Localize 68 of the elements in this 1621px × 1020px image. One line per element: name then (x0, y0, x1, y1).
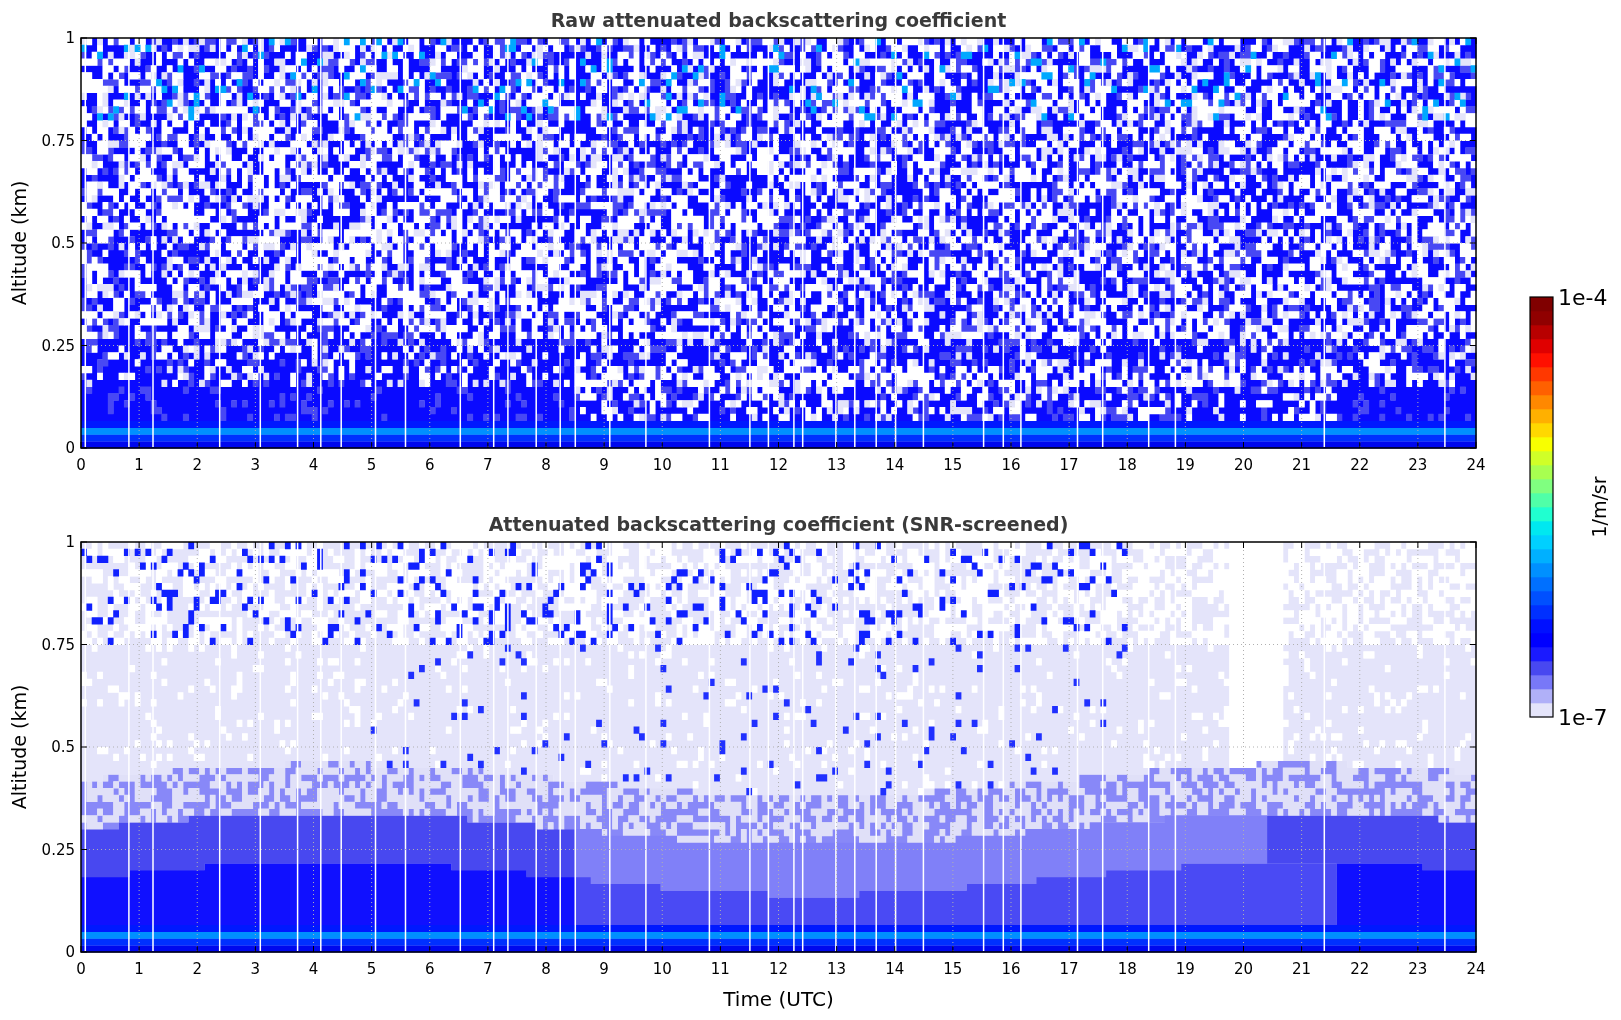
x-tick-label: 4 (308, 960, 319, 978)
y-axis-label: Altitude (km) (8, 684, 30, 810)
y-tick-label: 1 (65, 29, 75, 47)
x-tick-label: 1 (134, 456, 144, 474)
x-tick-label: 17 (1059, 960, 1079, 978)
colorbar-min-label: 1e-7 (1558, 705, 1608, 730)
x-tick-label: 2 (192, 456, 202, 474)
x-tick-label: 7 (483, 456, 493, 474)
x-tick-label: 22 (1350, 960, 1370, 978)
x-tick-label: 5 (366, 456, 377, 474)
x-tick-label: 19 (1175, 960, 1195, 978)
x-tick-label: 23 (1408, 456, 1428, 474)
x-tick-label: 8 (541, 960, 551, 978)
x-tick-label: 22 (1350, 456, 1370, 474)
x-tick-label: 19 (1175, 456, 1195, 474)
x-tick-label: 0 (76, 960, 86, 978)
x-tick-label: 24 (1466, 960, 1486, 978)
y-tick-label: 0 (65, 943, 75, 961)
y-tick-label: 0.5 (51, 234, 75, 252)
x-tick-label: 15 (943, 456, 963, 474)
chart-title: Attenuated backscattering coefficient (SNR-screened) (488, 513, 1069, 535)
x-tick-label: 13 (827, 960, 847, 978)
x-tick-label: 3 (250, 960, 261, 978)
colorbar-label: 1/m/sr (1588, 476, 1610, 538)
y-tick-label: 0.75 (41, 635, 75, 654)
x-tick-label: 17 (1059, 456, 1079, 474)
y-tick-label: 0.25 (41, 336, 75, 355)
x-tick-label: 21 (1292, 960, 1312, 978)
x-tick-label: 21 (1292, 456, 1312, 474)
y-tick-label: 0.25 (41, 840, 75, 859)
x-tick-label: 24 (1466, 456, 1486, 474)
x-tick-label: 20 (1233, 960, 1254, 978)
x-tick-label: 11 (710, 456, 730, 474)
x-tick-label: 18 (1117, 960, 1137, 978)
colorbar-max-label: 1e-4 (1558, 285, 1608, 310)
x-axis-label: Time (UTC) (723, 987, 834, 1011)
x-tick-label: 6 (425, 960, 435, 978)
x-tick-label: 20 (1233, 456, 1254, 474)
x-tick-label: 12 (768, 456, 789, 474)
x-tick-label: 3 (250, 456, 261, 474)
x-tick-label: 14 (885, 456, 905, 474)
x-tick-label: 14 (885, 960, 905, 978)
x-tick-label: 8 (541, 456, 551, 474)
x-tick-label: 18 (1117, 456, 1137, 474)
x-tick-label: 16 (1001, 960, 1021, 978)
y-axis-label: Altitude (km) (8, 180, 30, 306)
x-tick-label: 6 (425, 456, 435, 474)
x-tick-label: 0 (76, 456, 86, 474)
x-tick-label: 13 (827, 456, 847, 474)
x-tick-label: 15 (943, 960, 963, 978)
x-tick-label: 11 (710, 960, 730, 978)
x-tick-label: 1 (134, 960, 144, 978)
x-tick-label: 16 (1001, 456, 1021, 474)
y-tick-label: 1 (65, 533, 75, 551)
x-tick-label: 10 (652, 960, 672, 978)
x-tick-label: 2 (192, 960, 202, 978)
x-tick-label: 9 (599, 960, 609, 978)
y-tick-label: 0.75 (41, 131, 75, 150)
chart-title: Raw attenuated backscattering coefficient (550, 9, 1007, 31)
x-tick-label: 9 (599, 456, 609, 474)
x-tick-label: 7 (483, 960, 493, 978)
x-tick-label: 5 (366, 960, 377, 978)
x-tick-label: 10 (652, 456, 672, 474)
x-tick-label: 12 (768, 960, 789, 978)
x-tick-label: 23 (1408, 960, 1428, 978)
y-tick-label: 0 (65, 439, 75, 457)
y-tick-label: 0.5 (51, 738, 75, 756)
x-tick-label: 4 (308, 456, 319, 474)
